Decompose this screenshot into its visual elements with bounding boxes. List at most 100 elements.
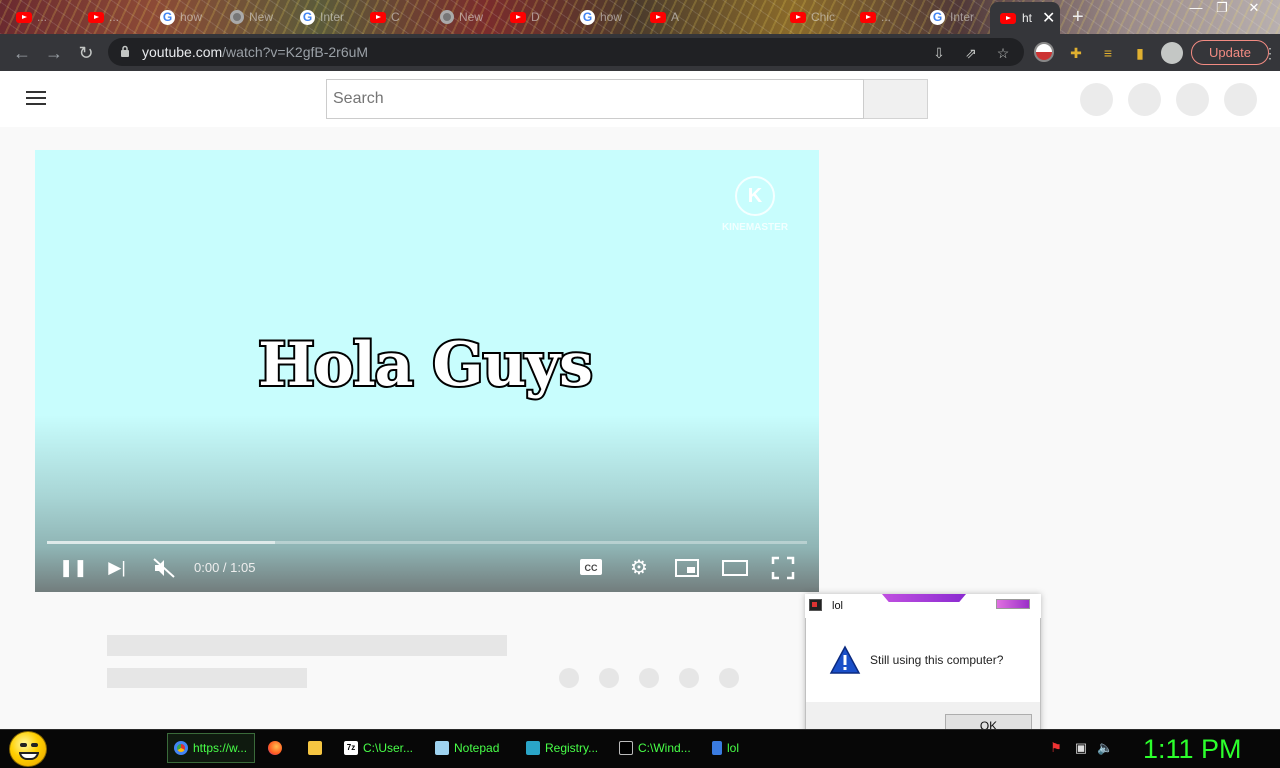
network-warning-icon[interactable]: ⚑ bbox=[1048, 740, 1064, 756]
browser-tab[interactable]: ... bbox=[852, 4, 922, 30]
placeholder-icon[interactable] bbox=[1080, 83, 1113, 116]
minimize-window-button[interactable]: — bbox=[1182, 0, 1210, 16]
forward-arrow-icon[interactable]: → bbox=[42, 41, 66, 65]
bookmark-star-icon[interactable]: ☆ bbox=[993, 43, 1013, 63]
browser-tab[interactable]: G how bbox=[152, 4, 222, 30]
channel-placeholder bbox=[107, 668, 307, 688]
search-input[interactable] bbox=[326, 79, 864, 119]
action-placeholder bbox=[599, 668, 619, 688]
media-queue-icon[interactable]: ≡ bbox=[1098, 43, 1118, 63]
taskbar-item-folder[interactable] bbox=[302, 733, 334, 763]
browser-tab[interactable]: Chic bbox=[782, 4, 852, 30]
tab-label: how bbox=[600, 10, 623, 24]
warning-icon bbox=[829, 645, 861, 674]
action-placeholder bbox=[559, 668, 579, 688]
taskbar-item-notepad[interactable]: Notepad bbox=[429, 733, 514, 763]
taskbar-item-label: Notepad bbox=[454, 741, 500, 755]
taskbar-item-lol[interactable]: lol bbox=[706, 733, 792, 763]
dialog-message: Still using this computer? bbox=[870, 653, 1004, 667]
install-app-icon[interactable]: ⇩ bbox=[929, 43, 949, 63]
pause-icon[interactable]: ❚❚ bbox=[59, 556, 88, 580]
placeholder-icon[interactable] bbox=[1176, 83, 1209, 116]
kinemaster-watermark: K KINEMASTER bbox=[705, 176, 805, 233]
settings-gear-icon[interactable]: ⚙ bbox=[627, 556, 651, 580]
browser-tab[interactable]: New bbox=[432, 4, 502, 30]
dialog-title: lol bbox=[832, 600, 844, 612]
reload-icon[interactable]: ↻ bbox=[74, 41, 98, 65]
browser-tab[interactable]: A bbox=[642, 4, 712, 30]
tab-label: ht bbox=[1022, 11, 1033, 25]
action-placeholder bbox=[719, 668, 739, 688]
app-icon bbox=[712, 741, 722, 755]
close-tab-icon[interactable]: ✕ bbox=[1042, 8, 1055, 28]
dialog-title-widget[interactable] bbox=[996, 599, 1030, 609]
tab-label: New bbox=[459, 10, 484, 24]
taskbar-item-7zip[interactable]: 7z C:\User... bbox=[338, 733, 424, 763]
placeholder-icon[interactable] bbox=[1224, 83, 1257, 116]
cmd-icon bbox=[619, 741, 633, 755]
side-panel-icon[interactable]: ▮ bbox=[1130, 43, 1150, 63]
browser-tab[interactable]: D bbox=[502, 4, 572, 30]
registry-icon bbox=[526, 741, 540, 755]
start-button-smiley-icon[interactable] bbox=[9, 731, 47, 767]
volume-icon[interactable]: 🔈 bbox=[1097, 740, 1113, 756]
url-text[interactable]: youtube.com/watch?v=K2gfB-2r6uM bbox=[142, 44, 368, 60]
video-timecode: 0:00 / 1:05 bbox=[194, 560, 256, 575]
share-icon[interactable]: ⇗ bbox=[961, 43, 981, 63]
taskbar-item-label: Registry... bbox=[545, 741, 599, 755]
browser-tab[interactable]: ... bbox=[80, 4, 150, 30]
placeholder-icon[interactable] bbox=[1128, 83, 1161, 116]
youtube-icon bbox=[790, 11, 806, 23]
kinemaster-logo-icon: K bbox=[735, 176, 775, 216]
browser-tab[interactable]: ... bbox=[8, 4, 78, 30]
muted-volume-icon[interactable] bbox=[152, 557, 176, 579]
hamburger-menu-icon[interactable] bbox=[26, 91, 46, 105]
google-icon: G bbox=[930, 9, 945, 25]
search-button[interactable] bbox=[864, 79, 928, 119]
network-icon[interactable]: ▣ bbox=[1073, 740, 1089, 756]
browser-tab[interactable]: G how bbox=[572, 4, 642, 30]
profile-icon[interactable] bbox=[1161, 42, 1183, 64]
close-window-button[interactable]: ✕ bbox=[1240, 0, 1268, 16]
tab-label: how bbox=[180, 10, 203, 24]
taskbar-item-cmd[interactable]: C:\Wind... bbox=[613, 733, 699, 763]
action-placeholder bbox=[679, 668, 699, 688]
taskbar-item-label: C:\User... bbox=[363, 741, 414, 755]
taskbar-item-label: C:\Wind... bbox=[638, 741, 691, 755]
restore-window-button[interactable]: ❐ bbox=[1208, 0, 1236, 16]
youtube-icon bbox=[370, 11, 386, 23]
browser-tab[interactable]: C bbox=[362, 4, 432, 30]
google-icon: G bbox=[580, 9, 595, 25]
notepad-icon bbox=[435, 741, 449, 755]
folder-icon bbox=[308, 741, 322, 755]
update-button[interactable]: Update bbox=[1191, 40, 1269, 65]
active-browser-tab[interactable]: ht ✕ bbox=[990, 2, 1060, 34]
taskbar-item-registry[interactable]: Registry... bbox=[520, 733, 606, 763]
tab-label: C bbox=[391, 10, 400, 24]
url-host: youtube.com bbox=[142, 44, 223, 60]
new-tab-button[interactable]: + bbox=[1072, 6, 1084, 29]
chrome-icon bbox=[174, 741, 188, 755]
chrome-icon bbox=[230, 10, 244, 24]
extensions-puzzle-icon[interactable]: ✚ bbox=[1066, 43, 1086, 63]
browser-tab[interactable]: G Inter bbox=[922, 4, 988, 30]
svg-text:CC: CC bbox=[585, 563, 598, 573]
subtitles-cc-icon[interactable]: CC bbox=[579, 557, 603, 577]
back-arrow-icon[interactable]: ← bbox=[10, 41, 34, 65]
extension-avatar-icon[interactable] bbox=[1034, 42, 1054, 62]
taskbar-item-label: lol bbox=[727, 741, 740, 755]
7zip-icon: 7z bbox=[344, 741, 358, 755]
action-placeholder bbox=[639, 668, 659, 688]
browser-tab[interactable]: G Inter bbox=[292, 4, 362, 30]
youtube-icon bbox=[510, 11, 526, 23]
miniplayer-icon[interactable] bbox=[675, 558, 699, 578]
browser-tab[interactable]: New bbox=[222, 4, 292, 30]
taskbar-clock[interactable]: 1:11 PM bbox=[1143, 734, 1242, 765]
fullscreen-icon[interactable] bbox=[771, 556, 795, 580]
theater-mode-icon[interactable] bbox=[722, 558, 748, 578]
taskbar-item-chrome[interactable]: https://w... bbox=[167, 733, 255, 763]
chrome-icon bbox=[440, 10, 454, 24]
next-video-icon[interactable]: ▶| bbox=[105, 556, 129, 580]
taskbar-item-firefox[interactable] bbox=[262, 733, 300, 763]
browser-menu-icon[interactable]: ⋮ bbox=[1260, 43, 1280, 63]
